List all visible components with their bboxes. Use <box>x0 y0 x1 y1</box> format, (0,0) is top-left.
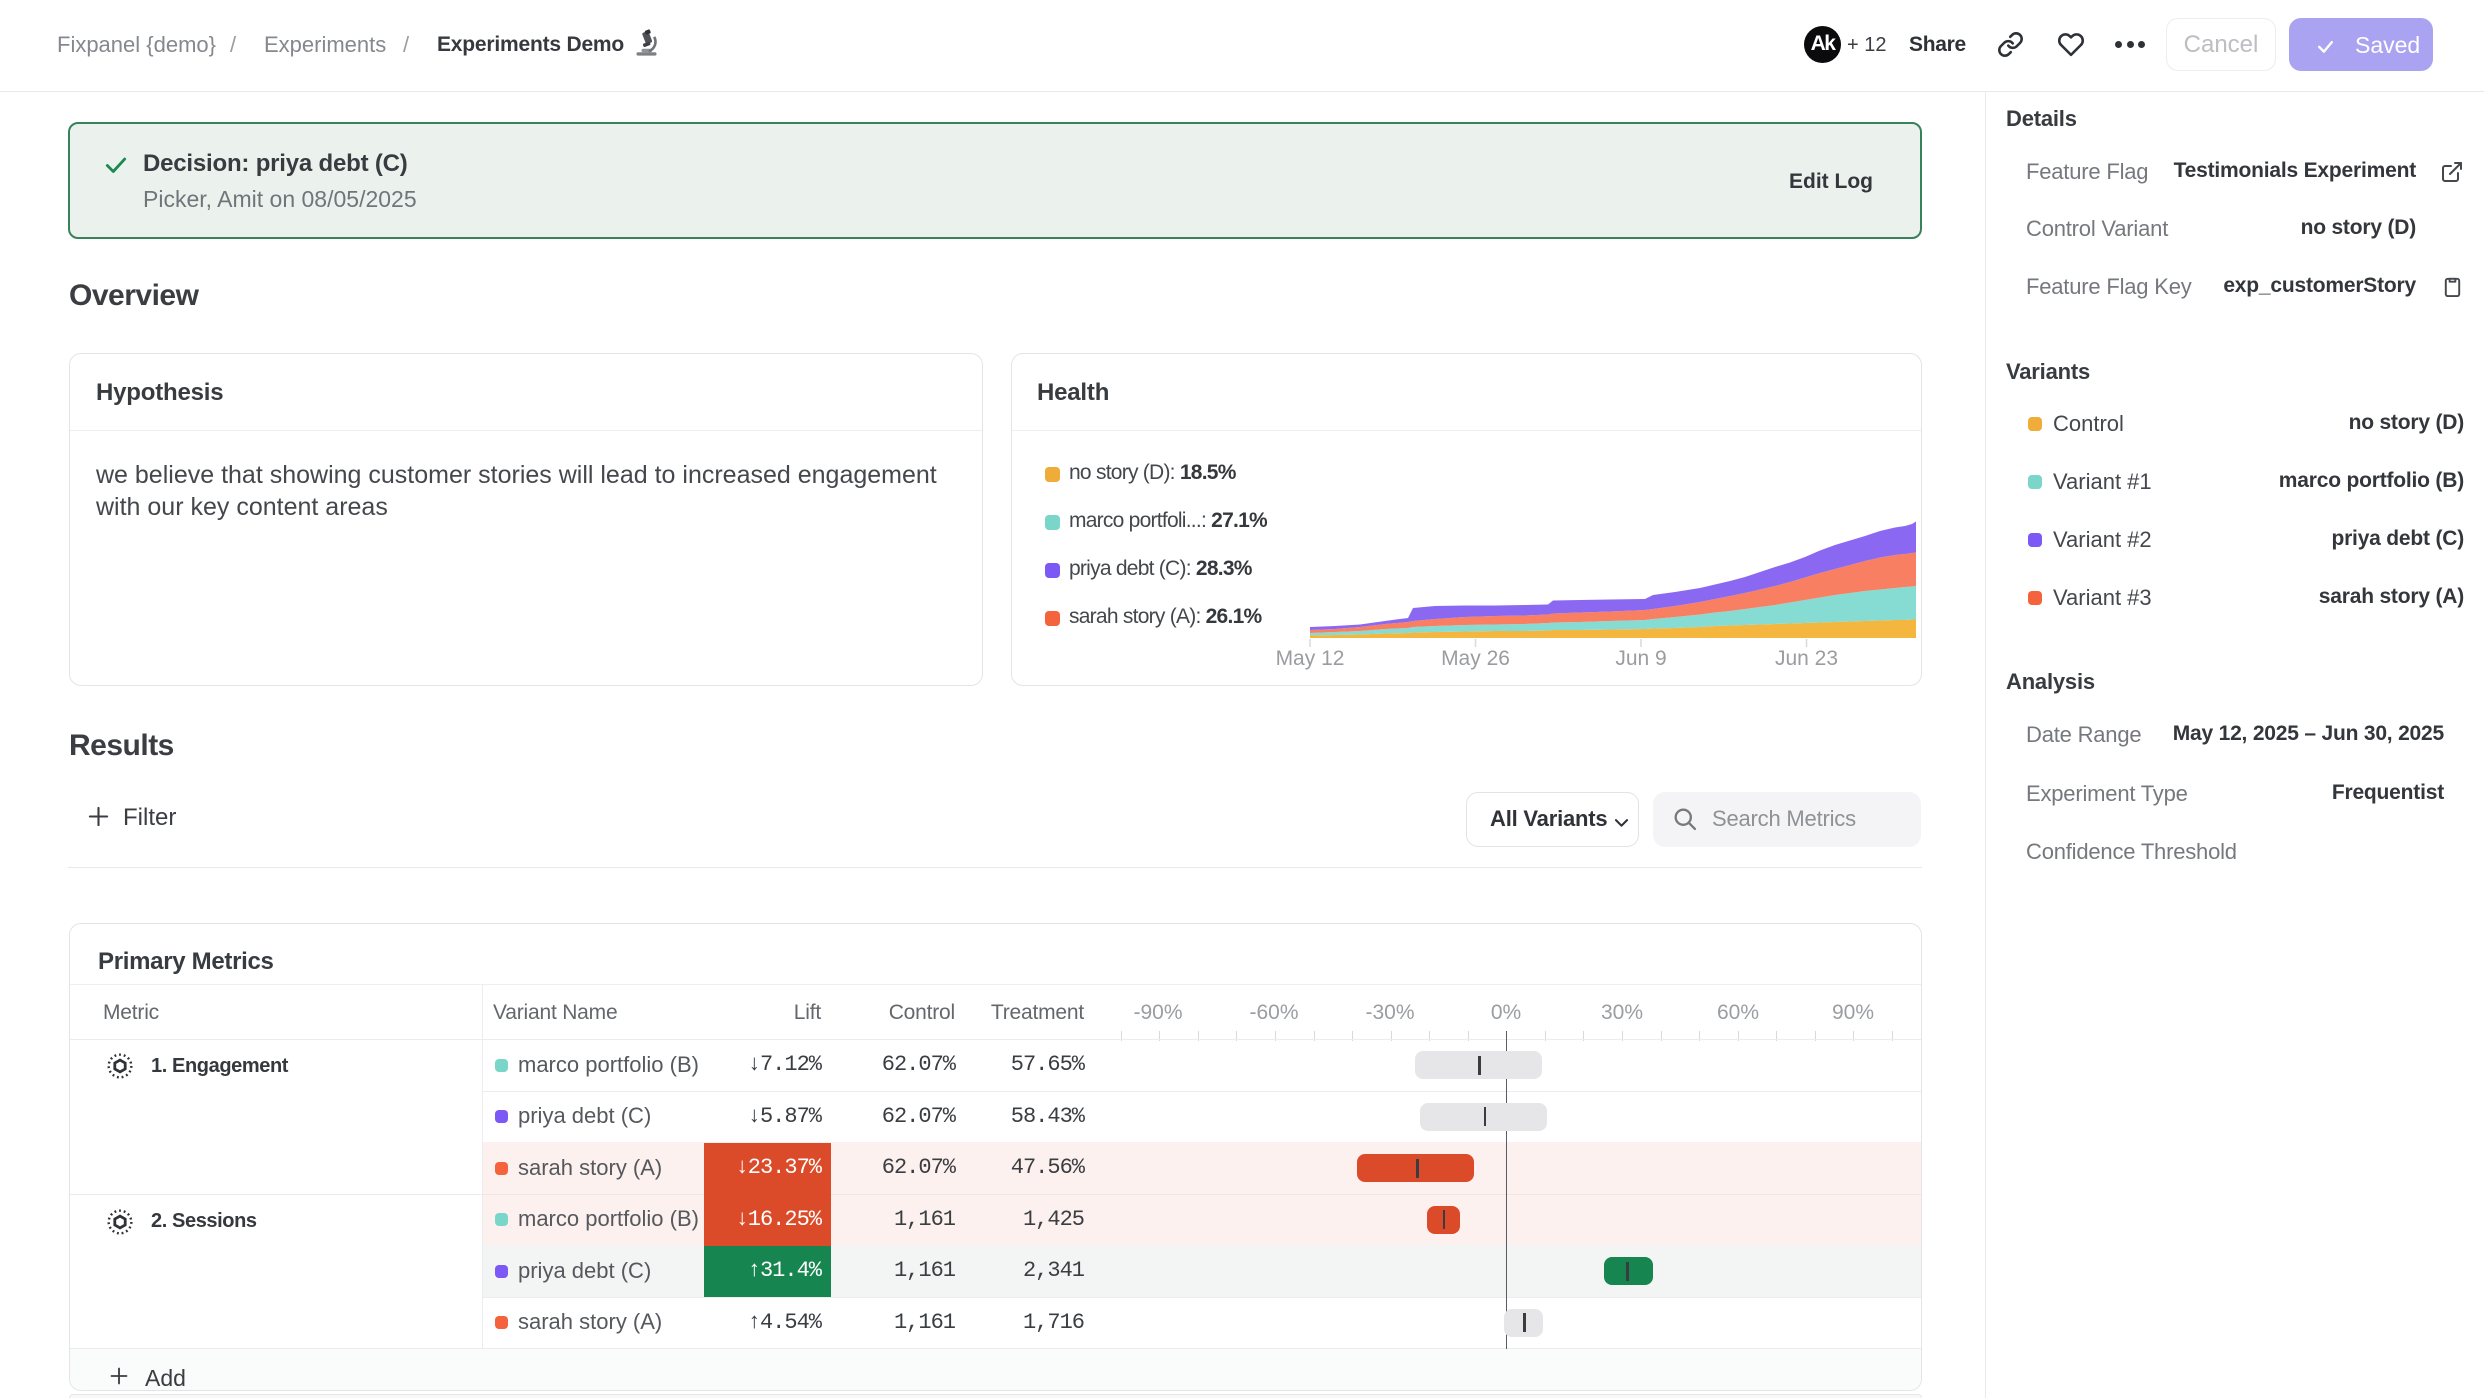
svg-text:May 12: May 12 <box>1276 647 1345 670</box>
svg-text:Jun 9: Jun 9 <box>1615 647 1666 670</box>
svg-text:May 26: May 26 <box>1441 647 1510 670</box>
svg-text:Jun 23: Jun 23 <box>1775 647 1838 670</box>
